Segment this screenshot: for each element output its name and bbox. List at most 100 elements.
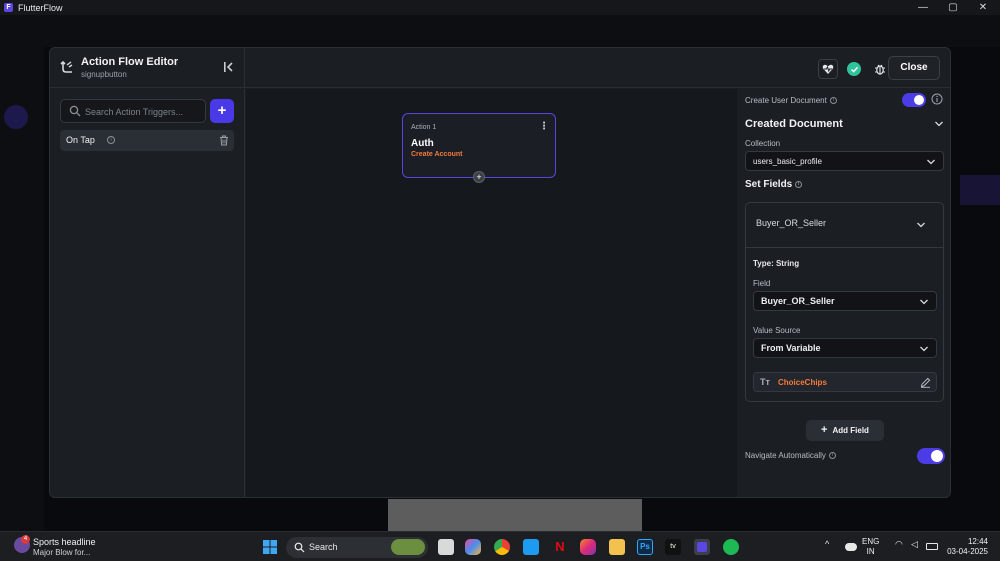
- toggle-knob: [914, 95, 924, 105]
- chrome-icon[interactable]: [494, 539, 510, 555]
- toggle-knob: [931, 450, 943, 462]
- chevron-up-icon[interactable]: ^: [825, 539, 829, 549]
- twitter-icon[interactable]: [523, 539, 539, 555]
- check-circle-icon: [847, 62, 861, 76]
- more-vertical-icon[interactable]: ⋮: [539, 122, 549, 134]
- chevron-down-icon: [920, 346, 928, 352]
- navigate-automatically-row: Navigate Automatically i: [745, 451, 836, 460]
- collection-select[interactable]: users_basic_profile: [745, 151, 944, 171]
- add-action-button[interactable]: +: [473, 171, 485, 183]
- navigate-automatically-label: Navigate Automatically: [745, 451, 826, 460]
- cloud-icon[interactable]: [845, 543, 857, 551]
- news-text[interactable]: Major Blow for...: [33, 548, 90, 557]
- action-flow-canvas[interactable]: Action 1 Auth Create Account ⋮ +: [246, 89, 737, 497]
- add-trigger-button[interactable]: +: [210, 99, 234, 123]
- debug-flow-button[interactable]: [818, 59, 838, 79]
- created-document-title: Created Document: [745, 118, 843, 130]
- set-fields-label: Set Fields: [745, 179, 793, 190]
- value-source-value: From Variable: [761, 343, 821, 353]
- flutterflow-taskbar-icon[interactable]: [694, 539, 710, 555]
- maximize-button[interactable]: ▢: [938, 0, 968, 15]
- action-title: Auth: [411, 138, 434, 149]
- field-card: Buyer_OR_Seller Type: String Field Buyer…: [745, 202, 944, 402]
- heart-pulse-icon: [822, 64, 834, 74]
- header-title-area: Action Flow Editor signupbutton: [50, 48, 245, 88]
- field-header-label: Buyer_OR_Seller: [756, 218, 827, 228]
- editor-subtitle: signupbutton: [81, 70, 127, 79]
- header-actions: [818, 59, 890, 79]
- search-highlight-image: [391, 539, 425, 555]
- trash-icon[interactable]: [219, 135, 229, 146]
- folder-icon[interactable]: [609, 539, 625, 555]
- add-field-button[interactable]: + Add Field: [806, 420, 884, 441]
- close-window-button[interactable]: ✕: [968, 0, 998, 15]
- info-icon[interactable]: i: [795, 180, 803, 188]
- debug-button[interactable]: [870, 59, 890, 79]
- trigger-search-input[interactable]: [85, 104, 203, 119]
- info-icon[interactable]: i: [829, 97, 837, 105]
- netflix-icon[interactable]: N: [552, 539, 568, 555]
- chevron-down-icon: [920, 299, 928, 305]
- windows-logo-icon: [263, 540, 277, 554]
- info-icon[interactable]: i: [107, 136, 115, 144]
- action-number: Action 1: [411, 124, 437, 131]
- action-subtitle: Create Account: [411, 151, 463, 158]
- start-button[interactable]: [262, 539, 278, 555]
- bug-icon: [875, 64, 885, 75]
- modal-header: Action Flow Editor signupbutton Close: [50, 48, 950, 88]
- value-source-select[interactable]: From Variable: [753, 338, 937, 358]
- copilot-icon[interactable]: [465, 539, 481, 555]
- close-button[interactable]: Close: [888, 56, 940, 80]
- taskbar-search-label: Search: [309, 542, 338, 552]
- windows-taskbar: 4 Sports headline Major Blow for... Sear…: [0, 531, 1000, 561]
- create-user-document-label: Create User Document: [745, 96, 827, 105]
- spotify-icon[interactable]: [723, 539, 739, 555]
- field-select[interactable]: Buyer_OR_Seller: [753, 291, 937, 311]
- action-node[interactable]: Action 1 Auth Create Account ⋮ +: [402, 113, 556, 183]
- action-properties-panel: Create User Document i Created Document C…: [738, 89, 950, 497]
- info-icon[interactable]: i: [828, 452, 836, 460]
- language-top: ENG: [862, 537, 880, 546]
- minimize-button[interactable]: —: [908, 0, 938, 15]
- news-badge: 4: [21, 535, 30, 544]
- chevron-down-icon[interactable]: [934, 119, 944, 129]
- flutterflow-logo-icon: F: [4, 3, 13, 12]
- value-source-label: Value Source: [753, 326, 801, 335]
- taskbar-search[interactable]: Search: [286, 537, 428, 558]
- instagram-icon[interactable]: [580, 539, 596, 555]
- search-icon: [69, 105, 81, 117]
- volume-icon[interactable]: ◁: [911, 539, 918, 550]
- language-bottom: IN: [866, 547, 875, 556]
- wifi-icon[interactable]: ◠: [895, 539, 903, 550]
- news-title[interactable]: Sports headline: [33, 537, 96, 547]
- pencil-icon[interactable]: [920, 377, 931, 388]
- photoshop-icon[interactable]: Ps: [637, 539, 653, 555]
- action-flow-editor-modal: Action Flow Editor signupbutton Close Se…: [49, 47, 951, 498]
- apple-tv-icon[interactable]: tv: [665, 539, 681, 555]
- text-type-icon: Tт: [760, 377, 770, 387]
- clock-date: 03-04-2025: [947, 547, 988, 556]
- trigger-search-box[interactable]: [60, 99, 206, 123]
- field-value: Buyer_OR_Seller: [761, 296, 835, 306]
- battery-icon[interactable]: [926, 543, 938, 550]
- field-label: Field: [753, 279, 771, 288]
- trigger-item-on-tap[interactable]: On Tap i: [60, 130, 234, 151]
- field-type-label: Type: String: [753, 259, 800, 268]
- collapse-panel-icon[interactable]: [222, 61, 236, 75]
- file-explorer-icon[interactable]: [438, 539, 454, 555]
- field-card-header[interactable]: Buyer_OR_Seller: [746, 203, 943, 248]
- collection-label: Collection: [745, 139, 781, 148]
- chevron-down-icon: [917, 222, 925, 228]
- clock[interactable]: 12:44 03-04-2025: [944, 537, 988, 557]
- chevron-down-icon: [927, 159, 935, 165]
- variable-value-chip[interactable]: Tт ChoiceChips: [753, 372, 937, 392]
- create-user-document-toggle[interactable]: [902, 93, 926, 107]
- clock-time: 12:44: [967, 537, 988, 546]
- navigate-automatically-toggle[interactable]: [917, 448, 945, 464]
- validation-status[interactable]: [844, 59, 864, 79]
- add-field-label: Add Field: [832, 426, 869, 435]
- help-circle-icon[interactable]: [931, 93, 943, 105]
- set-fields-row: Set Fields i: [745, 179, 803, 190]
- language-indicator[interactable]: ENG IN: [862, 537, 879, 557]
- variable-value: ChoiceChips: [778, 378, 827, 387]
